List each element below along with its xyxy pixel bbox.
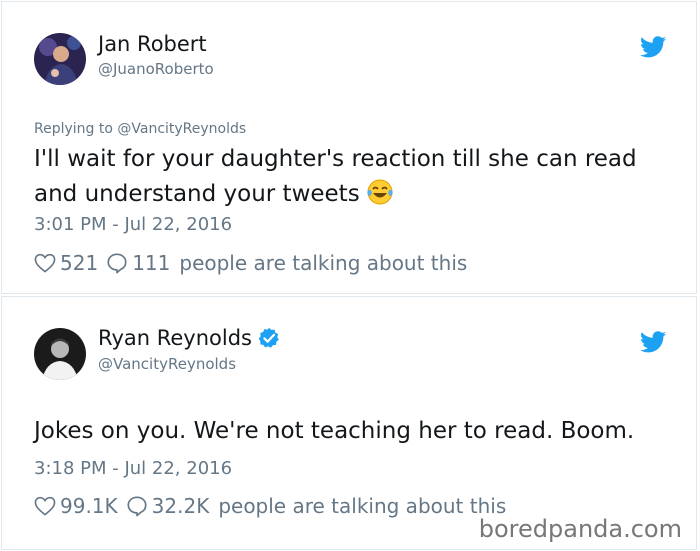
twitter-bird-icon[interactable]: [640, 36, 666, 58]
avatar-jan-robert[interactable]: [34, 33, 86, 85]
tweet-card-jan-robert: Jan Robert @JuanoRoberto Replying to @Va…: [1, 1, 697, 294]
tweet-text: Jokes on you. We're not teaching her to …: [34, 418, 635, 444]
tweet-card-ryan-reynolds: Ryan Reynolds @VancityReynolds Jokes on …: [1, 296, 697, 550]
author-name[interactable]: Jan Robert: [98, 32, 207, 56]
tweet-timestamp[interactable]: 3:18 PM - Jul 22, 2016: [34, 458, 232, 479]
tweet-actions: 99.1K 32.2K people are talking about thi…: [34, 494, 506, 518]
tweet-timestamp[interactable]: 3:01 PM - Jul 22, 2016: [34, 214, 232, 235]
talking-label[interactable]: people are talking about this: [179, 251, 467, 275]
like-count: 521: [60, 251, 99, 275]
heart-icon[interactable]: [34, 253, 56, 273]
tweet-text: I'll wait for your daughter's reaction t…: [34, 142, 674, 212]
reply-bubble-icon[interactable]: [126, 495, 148, 517]
author-handle[interactable]: @JuanoRoberto: [98, 60, 214, 78]
reply-count: 32.2K: [151, 494, 210, 518]
author-name-row: Ryan Reynolds: [98, 326, 280, 350]
verified-badge-icon: [258, 327, 279, 348]
reply-count: 111: [132, 251, 171, 275]
author-handle[interactable]: @VancityReynolds: [98, 355, 236, 373]
tweet-actions: 521 111 people are talking about this: [34, 251, 467, 275]
talking-label[interactable]: people are talking about this: [218, 494, 506, 518]
like-count: 99.1K: [60, 494, 118, 518]
boredpanda-watermark: boredpanda.com: [474, 515, 686, 543]
author-name[interactable]: Ryan Reynolds: [98, 326, 252, 350]
heart-icon[interactable]: [34, 496, 56, 516]
twitter-bird-icon[interactable]: [640, 331, 666, 353]
face-with-tears-of-joy-icon: [367, 179, 393, 205]
tweet-text-content: I'll wait for your daughter's reaction t…: [34, 146, 637, 207]
replying-to-label[interactable]: Replying to @VancityReynolds: [34, 121, 246, 137]
reply-bubble-icon[interactable]: [106, 252, 128, 274]
avatar-ryan-reynolds[interactable]: [34, 328, 86, 380]
